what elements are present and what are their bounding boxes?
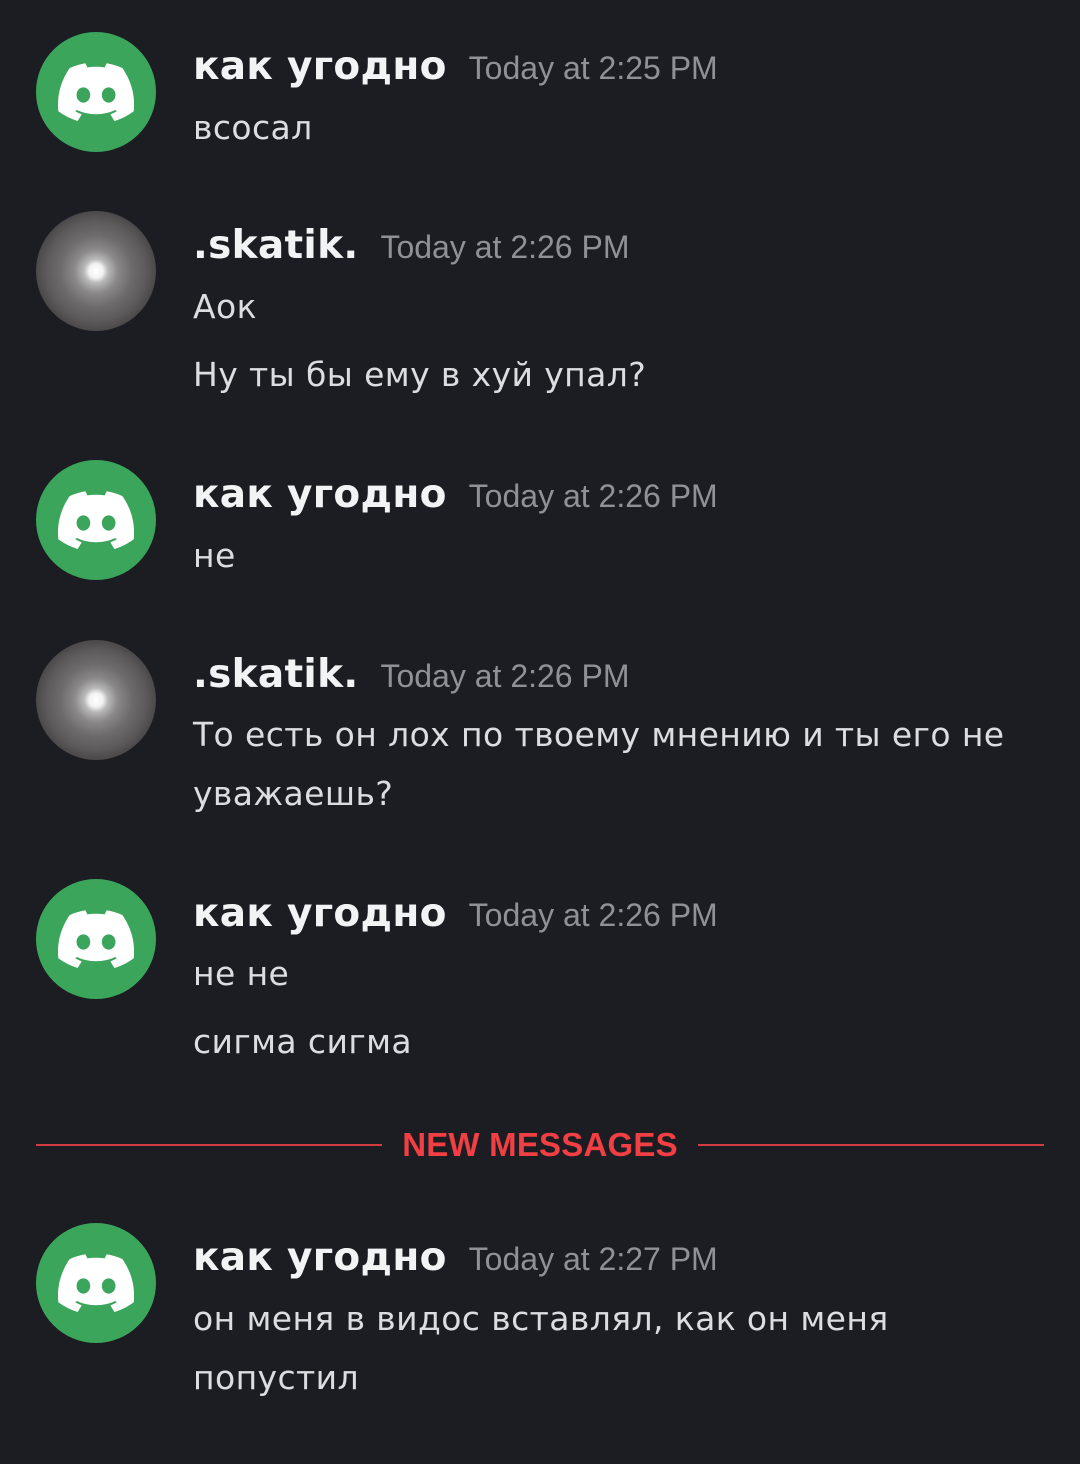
username[interactable]: как угодно [193,891,447,936]
discord-logo-icon [58,63,134,121]
message-text: попустил [193,1358,359,1397]
discord-logo-icon [58,910,134,968]
timestamp: Today at 2:27 PM [468,1241,718,1277]
message-text: То есть он лох по твоему мнению и ты его… [193,715,1005,754]
timestamp: Today at 2:26 PM [468,478,718,514]
message-header: как угодно Today at 2:26 PM [193,472,718,525]
timestamp: Today at 2:26 PM [468,897,718,933]
username[interactable]: как угодно [193,44,447,89]
message-text: всосал [193,108,313,147]
username[interactable]: как угодно [193,1235,447,1280]
avatar[interactable] [36,1223,156,1343]
avatar[interactable] [36,460,156,580]
message-text: сигма сигма [193,1022,412,1061]
message-header: как угодно Today at 2:25 PM [193,44,718,97]
username[interactable]: .skatik. [193,652,358,697]
avatar[interactable] [36,879,156,999]
divider-line [36,1144,382,1146]
message-header: .skatik. Today at 2:26 PM [193,223,629,276]
avatar[interactable] [36,32,156,152]
message-text: не не [193,954,290,993]
timestamp: Today at 2:26 PM [380,658,630,694]
timestamp: Today at 2:26 PM [380,229,630,265]
message-header: как угодно Today at 2:27 PM [193,1235,718,1288]
new-messages-label: NEW MESSAGES [402,1126,678,1163]
username[interactable]: .skatik. [193,223,358,268]
username[interactable]: как угодно [193,472,447,517]
message-text: уважаешь? [193,774,394,813]
message-text: Аок [193,287,257,326]
message-text: он меня в видос вставлял, как он меня [193,1299,889,1338]
divider-line [698,1144,1044,1146]
discord-logo-icon [58,491,134,549]
message-header: как угодно Today at 2:26 PM [193,891,718,944]
message-text: Ну ты бы ему в хуй упал? [193,355,647,394]
avatar[interactable] [36,640,156,760]
timestamp: Today at 2:25 PM [468,50,718,86]
discord-logo-icon [58,1254,134,1312]
avatar[interactable] [36,211,156,331]
message-text: не [193,536,236,575]
new-messages-divider: NEW MESSAGES [36,1122,1044,1168]
message-header: .skatik. Today at 2:26 PM [193,652,629,705]
